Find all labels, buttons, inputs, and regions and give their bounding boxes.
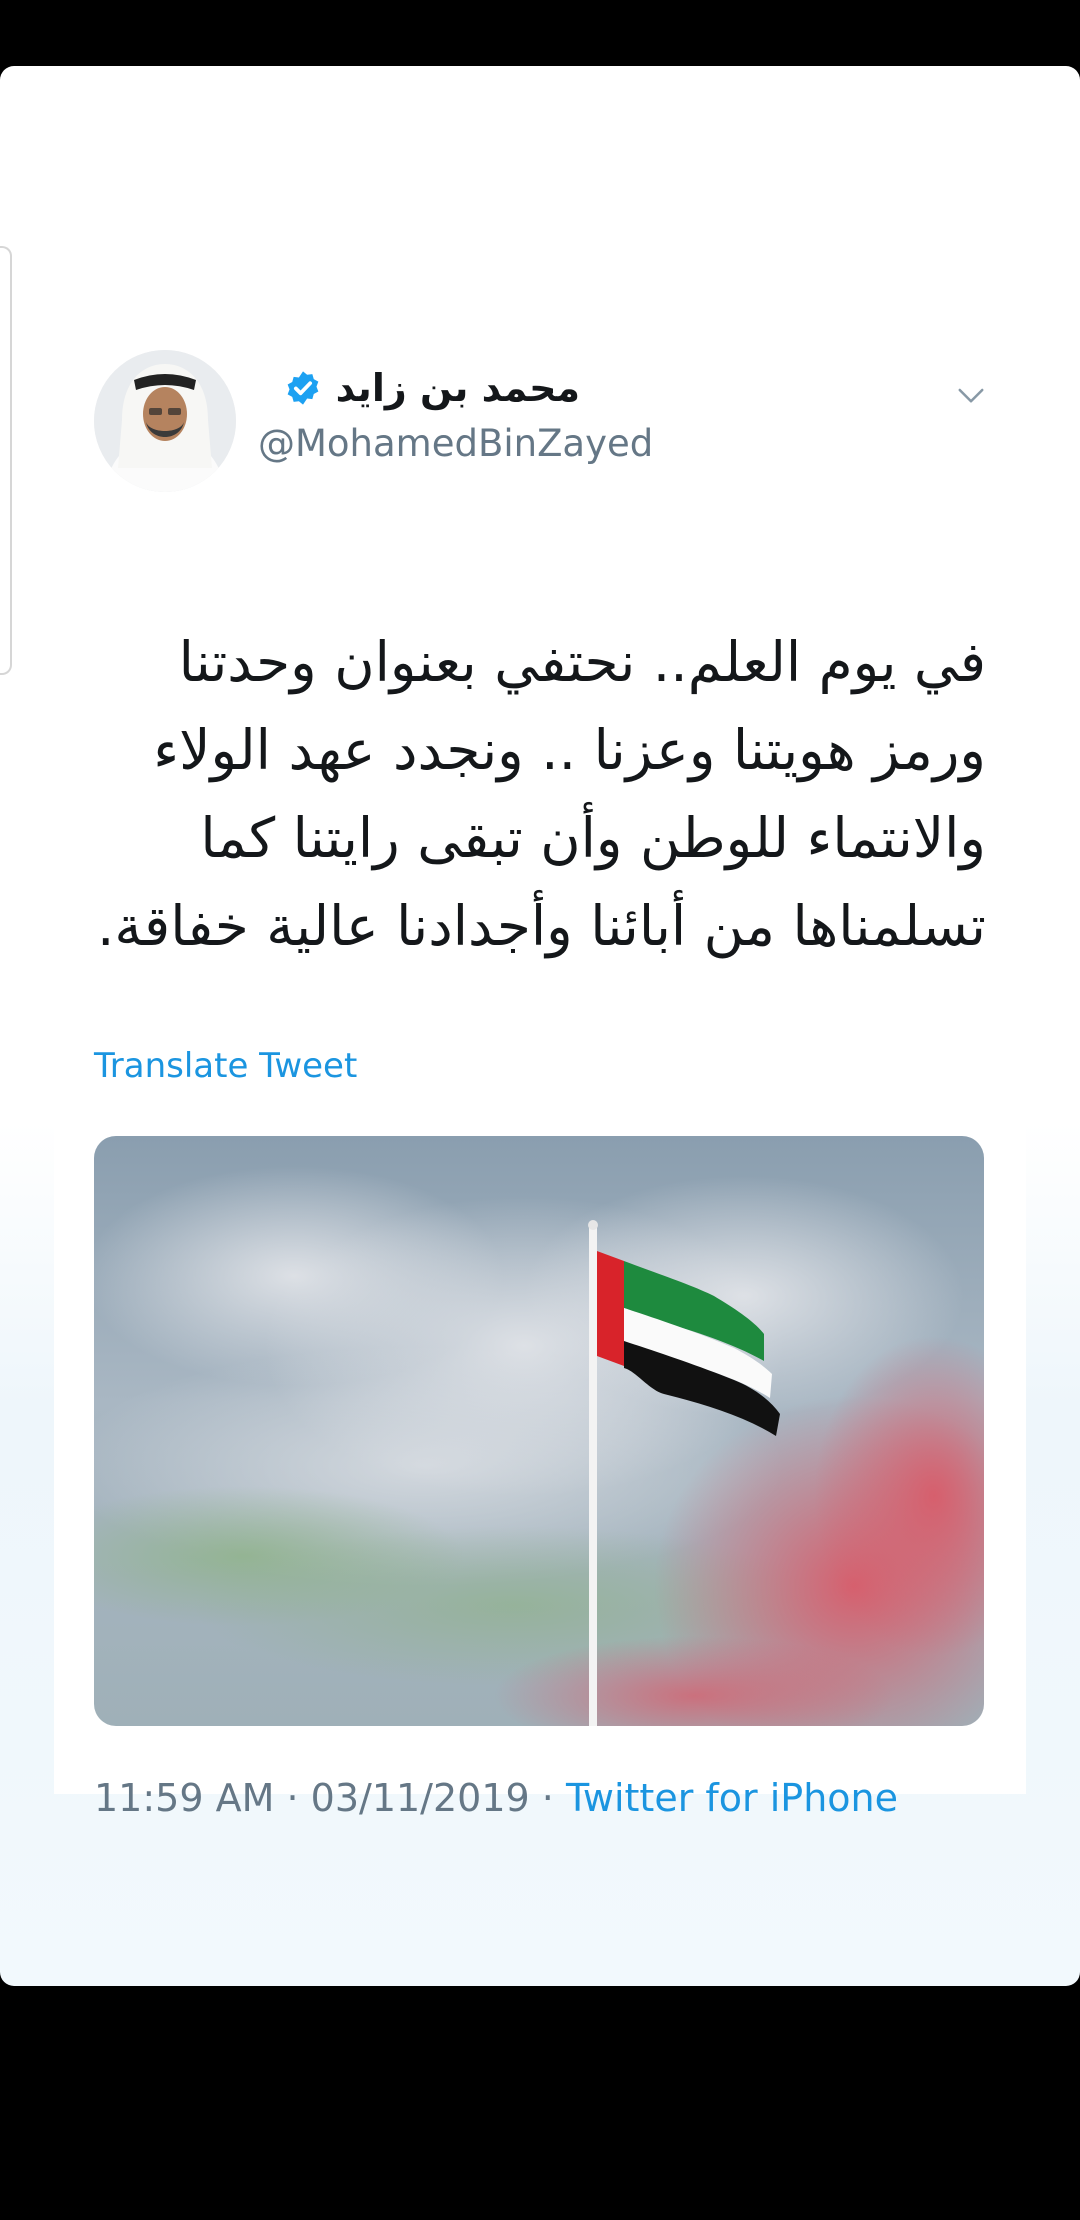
translate-tweet-link[interactable]: Translate Tweet: [94, 1046, 357, 1086]
user-handle[interactable]: @MohamedBinZayed: [258, 422, 653, 465]
chevron-down-icon[interactable]: [956, 380, 986, 410]
tweet-source-link[interactable]: Twitter for iPhone: [566, 1776, 898, 1820]
tweet-date: 03/11/2019: [310, 1776, 530, 1820]
screenshot-photo: محمد بن زايد @MohamedBinZayed في يوم الع…: [0, 66, 1080, 1986]
tweet-time: 11:59 AM: [94, 1776, 275, 1820]
tweet-text: في يوم العلم.. نحتفي بعنوان وحدتنا ورمز …: [96, 630, 986, 958]
tweet-image[interactable]: [94, 1136, 984, 1726]
name-row[interactable]: محمد بن زايد: [284, 366, 580, 410]
edge-tab[interactable]: [0, 246, 12, 675]
meta-separator: ·: [541, 1776, 554, 1820]
flag-photo: [94, 1136, 984, 1726]
display-name[interactable]: محمد بن زايد: [336, 366, 580, 410]
meta-separator: ·: [286, 1776, 299, 1820]
verified-badge-icon: [287, 371, 318, 405]
tweet-meta: 11:59 AM · 03/11/2019 · Twitter for iPho…: [94, 1776, 898, 1820]
tweet-card[interactable]: محمد بن زايد @MohamedBinZayed في يوم الع…: [54, 328, 1026, 1820]
avatar[interactable]: [94, 350, 236, 492]
